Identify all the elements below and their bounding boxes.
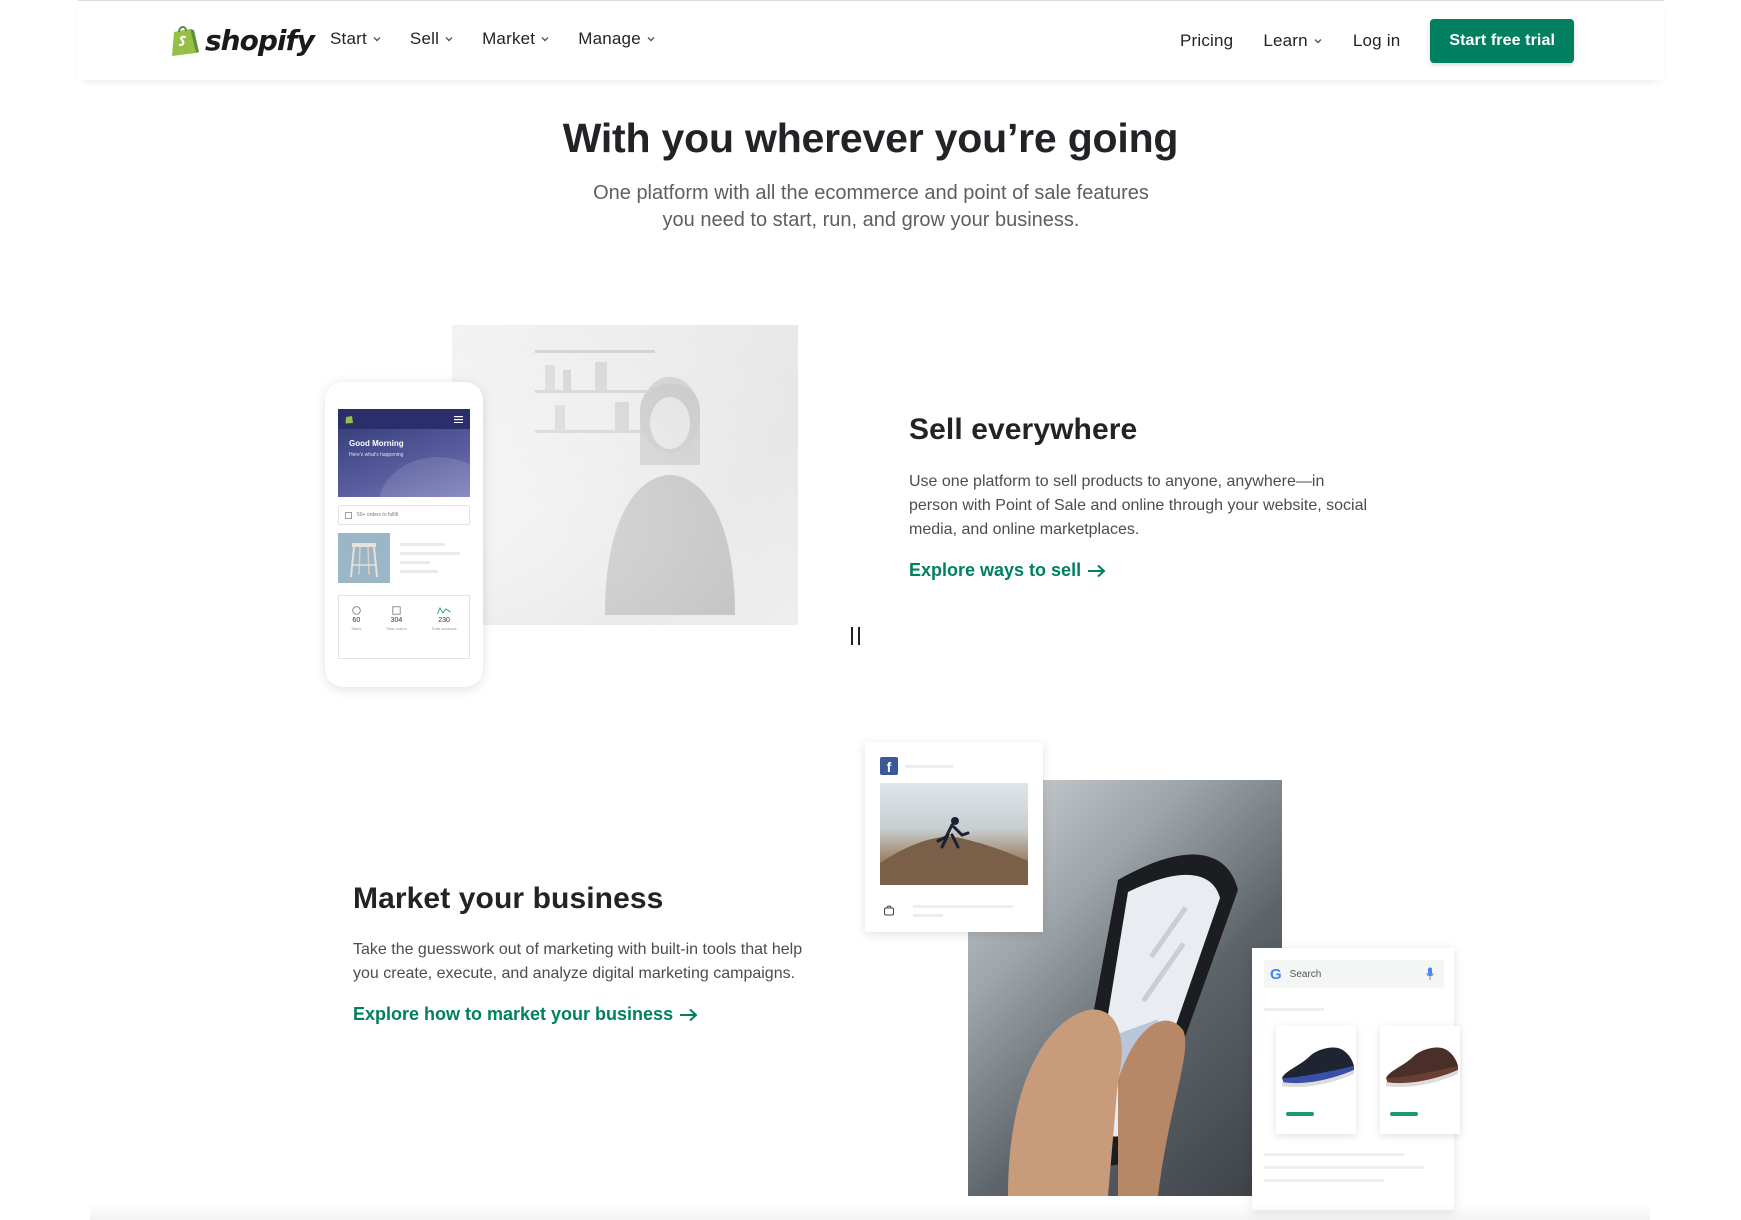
greeting-subtext: Here's what's happening: [349, 452, 404, 458]
stat-sales-label: Sales: [351, 626, 362, 631]
product-row: [338, 533, 470, 583]
chevron-down-icon: [373, 37, 381, 42]
product-placeholder-lines: [400, 533, 460, 583]
chevron-down-icon: [541, 37, 549, 42]
shopify-logo[interactable]: shopify: [168, 23, 315, 57]
market-body-line-1: Take the guesswork out of marketing with…: [353, 941, 803, 958]
start-free-trial-button[interactable]: Start free trial: [1430, 19, 1574, 63]
shoe-result-card: [1276, 1026, 1356, 1134]
google-icon: G: [1270, 965, 1282, 983]
nav-manage[interactable]: Manage: [578, 29, 656, 49]
explore-how-to-market-label: Explore how to market your business: [353, 1004, 674, 1024]
google-search-card: G Search: [1252, 948, 1460, 1210]
nav-start[interactable]: Start: [330, 29, 382, 49]
stat-orders: 304 Total orders: [386, 606, 407, 631]
nav-market[interactable]: Market: [482, 29, 550, 49]
explore-ways-to-sell-link[interactable]: Explore ways to sell: [909, 560, 1107, 581]
login-link[interactable]: Log in: [1353, 31, 1401, 51]
arrow-right-icon: [1088, 564, 1106, 577]
arrow-right-icon: [680, 1008, 698, 1021]
shopping-bag-icon: [884, 905, 894, 916]
shopify-bag-icon: [172, 26, 199, 56]
nav-market-label: Market: [482, 29, 536, 48]
shoe-result-card: [1380, 1026, 1460, 1134]
menu-icon: [454, 415, 463, 423]
orders-row: 50+ orders to fulfill: [338, 505, 470, 525]
sneaker-image: [1386, 1047, 1458, 1088]
stat-orders-value: 304: [390, 617, 403, 624]
section-divider: [90, 1204, 1650, 1220]
sell-body-line-2: person with Point of Sale and online thr…: [909, 497, 1368, 514]
stool-product-image: [338, 533, 390, 583]
chevron-down-icon: [647, 37, 655, 42]
nav-pricing[interactable]: Pricing: [1180, 31, 1233, 51]
nav-sell-label: Sell: [409, 29, 440, 48]
inbox-icon: [392, 606, 401, 615]
sell-everywhere-body: Use one platform to sell products to any…: [909, 470, 1429, 542]
shopify-bag-icon: [345, 416, 353, 424]
market-your-business-body: Take the guesswork out of marketing with…: [353, 938, 853, 986]
orders-icon: [345, 511, 352, 519]
nav-sell[interactable]: Sell: [410, 29, 454, 49]
sneaker-image: [1282, 1047, 1354, 1088]
phone-mockup: Good Morning Here's what's happening 50+…: [325, 382, 483, 687]
sell-everywhere-title: Sell everywhere: [909, 413, 1138, 446]
stat-orders-label: Total orders: [385, 626, 407, 631]
nav-manage-label: Manage: [578, 29, 641, 48]
explore-how-to-market-link[interactable]: Explore how to market your business: [353, 1004, 699, 1025]
explore-ways-to-sell-label: Explore ways to sell: [909, 560, 1082, 580]
stat-sessions: 230 Total sessions: [432, 606, 457, 631]
stat-sessions-label: Total sessions: [431, 626, 457, 631]
chevron-down-icon: [445, 37, 453, 42]
dollar-icon: [352, 606, 361, 615]
hero-subtitle-line-1: One platform with all the ecommerce and …: [593, 182, 1149, 204]
primary-nav: Start Sell Market Manage: [330, 29, 656, 49]
runner-photo: [880, 783, 1028, 885]
sell-body-line-3: media, and online marketplaces.: [909, 521, 1140, 538]
chevron-down-icon: [1314, 39, 1322, 44]
nav-start-label: Start: [330, 29, 367, 48]
stat-sessions-value: 230: [438, 617, 450, 624]
sell-everywhere-illustration: Good Morning Here's what's happening 50+…: [265, 320, 805, 720]
microphone-icon: [1426, 967, 1434, 980]
market-body-line-2: you create, execute, and analyze digital…: [353, 965, 796, 982]
hero-subtitle: One platform with all the ecommerce and …: [570, 180, 1172, 234]
secondary-nav: Pricing Learn Log in Start free trial: [1180, 19, 1574, 63]
logo-wordmark: shopify: [205, 23, 315, 57]
greeting-text: Good Morning: [349, 439, 404, 448]
stats-row: 60 Sales 304 Total orders 230 Total sess…: [338, 595, 470, 659]
stat-sales: 60 Sales: [351, 606, 361, 631]
line-chart-icon: [437, 607, 451, 615]
market-your-business-title: Market your business: [353, 882, 664, 915]
sell-body-line-1: Use one platform to sell products to any…: [909, 473, 1325, 490]
stat-sales-value: 60: [352, 617, 361, 624]
facebook-icon: f: [880, 757, 898, 775]
search-placeholder: Search: [1289, 968, 1322, 980]
nav-learn-label: Learn: [1263, 31, 1308, 50]
hero-subtitle-line-2: you need to start, run, and grow your bu…: [662, 209, 1080, 231]
phone-greeting-panel: Good Morning Here's what's happening: [338, 429, 470, 497]
facebook-post-card: f: [865, 742, 1043, 932]
site-header: shopify Start Sell Market Manage Pricing…: [78, 0, 1664, 80]
nav-learn[interactable]: Learn: [1263, 31, 1322, 51]
market-illustration: f G Search: [860, 740, 1480, 1210]
orders-text: 50+ orders to fulfill: [357, 512, 398, 518]
phone-screen: Good Morning Here's what's happening 50+…: [338, 409, 470, 659]
pause-icon[interactable]: [851, 627, 867, 647]
search-bar: G Search: [1264, 960, 1444, 988]
phone-app-bar: [338, 409, 470, 429]
hero-title: With you wherever you’re going: [562, 115, 1179, 161]
